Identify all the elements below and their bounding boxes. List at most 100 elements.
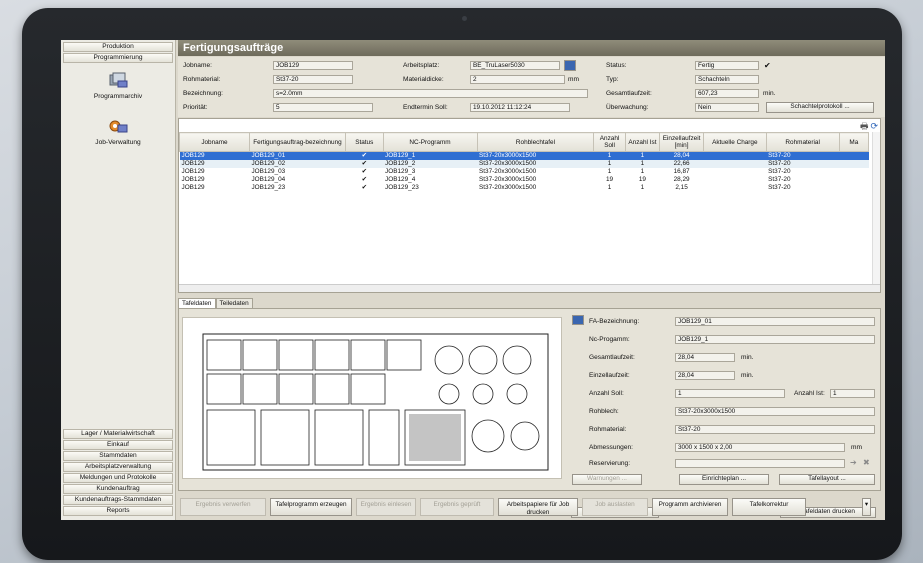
table-cell: 28,29 — [673, 176, 690, 183]
app-screen: Produktion Programmierung Programmarchiv… — [61, 40, 885, 520]
table-cell: JOB129_02 — [249, 159, 346, 168]
nav-kundenauftrags-stammdaten[interactable]: Kundenauftrags-Stammdaten — [63, 495, 173, 505]
col-status[interactable]: Status — [344, 132, 384, 152]
rohmaterial-detail-field[interactable]: St37-20 — [675, 425, 875, 434]
table-cell: JOB129_2 — [383, 159, 477, 168]
nav-stammdaten[interactable]: Stammdaten — [63, 451, 173, 461]
nav-produktion[interactable]: Produktion — [63, 42, 173, 52]
endtermin-field[interactable]: 19.10.2012 11:12:24 — [470, 103, 570, 112]
fa-info-icon[interactable] — [572, 315, 584, 325]
table-cell: 1 — [640, 168, 645, 175]
col-rohblechtafel[interactable]: Rohblechtafel — [476, 132, 595, 152]
table-cell: ✔ — [361, 184, 367, 191]
nav-arbeitsplatzverwaltung[interactable]: Arbeitsplatzverwaltung — [63, 462, 173, 472]
gesamtlaufzeit-detail-field[interactable]: 28,04 — [675, 353, 735, 362]
fa-bezeichnung-label: FA-Bezeichnung: — [589, 318, 640, 325]
grid-toolbar: 🖶 ⟳ — [860, 119, 878, 131]
materialdicke-field[interactable]: 2 — [470, 75, 565, 84]
einzellaufzeit-field[interactable]: 28,04 — [675, 371, 735, 380]
programm-archivieren-button[interactable]: Programm archivieren — [652, 498, 728, 516]
job-auslasten-button[interactable]: Job auslasten — [582, 498, 648, 516]
col-fa-bezeichnung[interactable]: Fertigungsauftrag-bezeichnung — [248, 132, 346, 152]
table-cell: 22,66 — [659, 159, 704, 168]
left-navigation: Produktion Programmierung Programmarchiv… — [61, 40, 176, 520]
typ-field[interactable]: Schachteln — [695, 75, 759, 84]
table-cell: St37-20x3000x1500 — [477, 159, 594, 168]
grid-vertical-scrollbar[interactable] — [872, 132, 880, 284]
table-cell: 19 — [606, 176, 614, 183]
schachtelprotokoll-button[interactable]: Schachtelprotokoll ... — [766, 102, 874, 113]
refresh-icon[interactable]: ⟳ — [870, 121, 878, 131]
ergebnis-einlesen-button[interactable]: Ergebnis einlesen — [356, 498, 416, 516]
table-row[interactable]: JOB129 JOB129_23 ✔ JOB129_23 St37-20x3000x15… — [180, 184, 869, 192]
nc-programm-field[interactable]: JOB129_1 — [675, 335, 875, 344]
col-einzellaufzeit[interactable]: Einzellaufzeit [min] — [659, 132, 704, 152]
nav-kundenauftrag[interactable]: Kundenauftrag — [63, 484, 173, 494]
nav-lager[interactable]: Lager / Materialwirtschaft — [63, 429, 173, 439]
more-actions-dropdown-icon[interactable]: ▾ — [862, 498, 871, 516]
reservierung-field[interactable] — [675, 459, 845, 468]
job-grid: 🖶 ⟳ Jobname Fertigungsauftrag-bezeichnun… — [178, 118, 881, 293]
einrichteplan-button[interactable]: Einrichteplan ... — [679, 474, 769, 485]
table-cell: JOB129 — [181, 176, 205, 183]
table-row[interactable]: JOB129 JOB129_04 ✔ JOB129_4 St37-20x3000x150… — [180, 176, 869, 184]
col-rohmaterial[interactable]: Rohmaterial — [765, 132, 840, 152]
fa-bezeichnung-field[interactable]: JOB129_01 — [675, 317, 875, 326]
reservierung-delete-icon[interactable]: ✖ — [863, 458, 870, 467]
table-row[interactable]: JOB129 JOB129_01 ✔ JOB129_1 St37-20x3000x150… — [179, 151, 869, 160]
materialdicke-label: Materialdicke: — [403, 76, 444, 83]
tafeldaten-panel: FA-Bezeichnung: JOB129_01 Nc-Progamm: JO… — [178, 308, 881, 491]
print-icon[interactable]: 🖶 — [860, 121, 869, 131]
ergebnis-verwerfen-button[interactable]: Ergebnis verwerfen — [180, 498, 266, 516]
warnungen-button[interactable]: Warnungen ... — [572, 474, 642, 485]
rohmaterial-field[interactable]: St37-20 — [273, 75, 353, 84]
status-field[interactable]: Fertig — [695, 61, 759, 70]
nav-meldungen[interactable]: Meldungen und Protokolle — [63, 473, 173, 483]
tafelkorrektur-button[interactable]: Tafelkorrektur — [732, 498, 806, 516]
grid-horizontal-scrollbar[interactable] — [179, 284, 880, 292]
arbeitsplatz-picker-icon[interactable] — [564, 60, 576, 71]
arbeitsplatz-field[interactable]: BE_TruLaser5030 — [470, 61, 560, 70]
reservierung-add-icon[interactable]: ➔ — [850, 458, 857, 467]
tab-teiledaten[interactable]: Teiledaten — [215, 298, 253, 308]
tafelprogramm-erzeugen-button[interactable]: Tafelprogramm erzeugen — [270, 498, 352, 516]
table-cell: JOB129_03 — [251, 168, 286, 175]
anzahl-ist-field[interactable]: 1 — [830, 389, 875, 398]
detail-tabs: Tafeldaten Teiledaten — [178, 298, 253, 308]
col-ma[interactable]: Ma — [838, 132, 870, 152]
nav-einkauf[interactable]: Einkauf — [63, 440, 173, 450]
tab-tafeldaten[interactable]: Tafeldaten — [178, 298, 216, 308]
table-cell: JOB129 — [179, 151, 250, 160]
table-cell: JOB129_23 — [385, 184, 419, 191]
abmessungen-field[interactable]: 3000 x 1500 x 2,00 — [675, 443, 845, 452]
col-nc-programm[interactable]: NC-Programm — [382, 132, 478, 152]
col-jobname[interactable]: Jobname — [179, 132, 250, 152]
arbeitspapiere-drucken-button[interactable]: Arbeitspapiere für Job drucken — [498, 498, 578, 516]
col-anzahl-soll[interactable]: Anzahl Soll — [593, 132, 626, 152]
table-cell: JOB129 — [181, 184, 205, 191]
table-row[interactable]: JOB129 JOB129_02 ✔ JOB129_2 St37-20x3000x150… — [179, 159, 869, 168]
col-aktuelle-charge[interactable]: Aktuelle Charge — [703, 132, 767, 152]
jobname-field[interactable]: JOB129 — [273, 61, 353, 70]
anzahl-soll-field[interactable]: 1 — [675, 389, 785, 398]
nav-tile-programmarchiv[interactable]: Programmarchiv — [63, 72, 173, 100]
main-panel: Fertigungsaufträge Jobname: JOB129 Rohma… — [178, 40, 885, 520]
table-row[interactable]: JOB129 JOB129_03 ✔ JOB129_3 St37-20x3000x150… — [180, 168, 869, 176]
ergebnis-geprueft-button[interactable]: Ergebnis geprüft — [420, 498, 494, 516]
nav-tile-job-verwaltung[interactable]: Job-Verwaltung — [63, 118, 173, 146]
ueberwachung-field[interactable]: Nein — [695, 103, 759, 112]
col-anzahl-ist[interactable]: Anzahl Ist — [624, 132, 661, 152]
gesamtlaufzeit-label: Gesamtlaufzeit: — [606, 90, 652, 97]
nav-programmierung[interactable]: Programmierung — [63, 53, 173, 63]
gesamtlaufzeit-field[interactable]: 607,23 — [695, 89, 759, 98]
rohblech-field[interactable]: St37-20x3000x1500 — [675, 407, 875, 416]
nav-reports[interactable]: Reports — [63, 506, 173, 516]
table-cell: 2,15 — [675, 184, 688, 191]
bezeichnung-field[interactable]: s=2.0mm — [273, 89, 588, 98]
rohmaterial-detail-label: Rohmaterial: — [589, 426, 627, 433]
abmessungen-unit: mm — [851, 444, 862, 451]
tafellayout-button[interactable]: Tafellayout ... — [779, 474, 875, 485]
table-cell: St37-20 — [768, 176, 791, 183]
prioritaet-field[interactable]: 5 — [273, 103, 373, 112]
table-cell — [703, 159, 767, 168]
